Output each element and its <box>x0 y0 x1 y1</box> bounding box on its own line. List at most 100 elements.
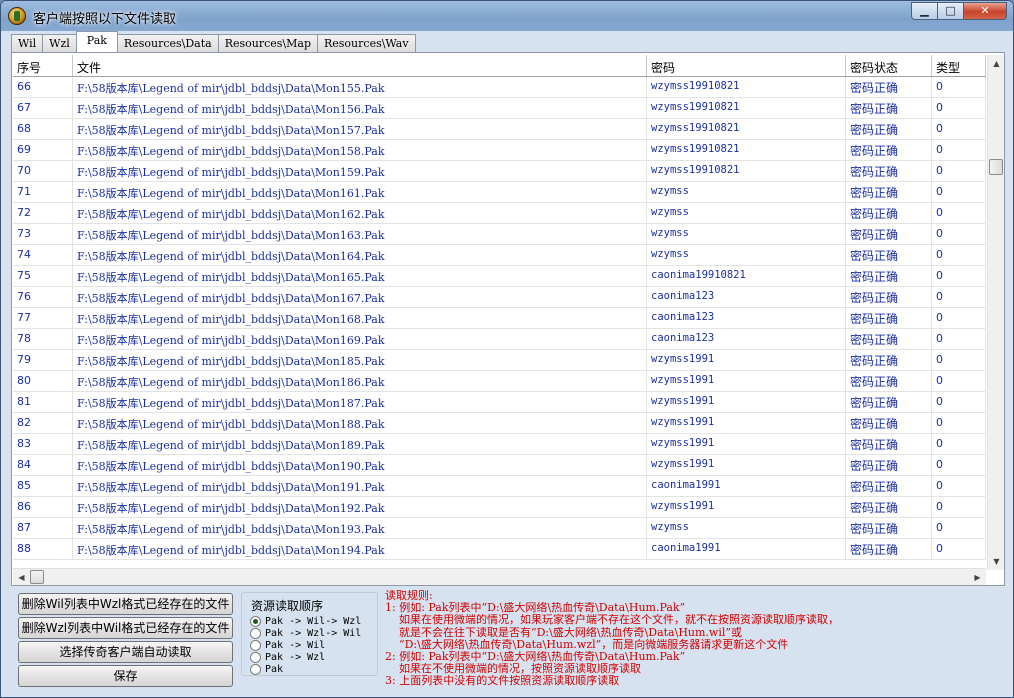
table-row[interactable]: 77 F:\58版本库\Legend of mir\jdbl_bddsj\Data… <box>13 308 986 329</box>
table-row[interactable]: 81 F:\58版本库\Legend of mir\jdbl_bddsj\Data… <box>13 392 986 413</box>
table-row[interactable]: 85 F:\58版本库\Legend of mir\jdbl_bddsj\Data… <box>13 476 986 497</box>
cell-type: 0 <box>932 371 986 391</box>
header-password[interactable]: 密码 <box>647 55 846 76</box>
table-row[interactable]: 80 F:\58版本库\Legend of mir\jdbl_bddsj\Data… <box>13 371 986 392</box>
table-row[interactable]: 83 F:\58版本库\Legend of mir\jdbl_bddsj\Data… <box>13 434 986 455</box>
cell-no: 74 <box>13 245 73 265</box>
scroll-up-icon[interactable]: ▲ <box>988 55 1005 72</box>
save-button[interactable]: 保存 <box>18 665 233 687</box>
delete-wil-duplicates-button[interactable]: 删除Wil列表中Wzl格式已经存在的文件 <box>18 593 233 615</box>
tab-resources-wav[interactable]: Resources\Wav <box>317 34 416 52</box>
table-row[interactable]: 75 F:\58版本库\Legend of mir\jdbl_bddsj\Data… <box>13 266 986 287</box>
cell-no: 87 <box>13 518 73 538</box>
radio-icon[interactable] <box>250 639 261 651</box>
table-row[interactable]: 67 F:\58版本库\Legend of mir\jdbl_bddsj\Data… <box>13 98 986 119</box>
header-file[interactable]: 文件 <box>73 55 647 76</box>
window-title: 客户端按照以下文件读取 <box>33 12 177 27</box>
close-button[interactable]: ✕ <box>963 2 1007 20</box>
cell-password-status: 密码正确 <box>846 518 932 538</box>
rule-line: 2: 例如: Pak列表中“D:\盛大网络\热血传奇\Data\Hum.Pak” <box>385 651 686 664</box>
table-row[interactable]: 66 F:\58版本库\Legend of mir\jdbl_bddsj\Data… <box>13 77 986 98</box>
cell-file: F:\58版本库\Legend of mir\jdbl_bddsj\Data\M… <box>73 182 647 202</box>
cell-password-status: 密码正确 <box>846 77 932 97</box>
table-row[interactable]: 78 F:\58版本库\Legend of mir\jdbl_bddsj\Data… <box>13 329 986 350</box>
header-no[interactable]: 序号 <box>13 55 73 76</box>
table-row[interactable]: 88 F:\58版本库\Legend of mir\jdbl_bddsj\Data… <box>13 539 986 560</box>
cell-no: 70 <box>13 161 73 181</box>
radio-icon[interactable] <box>250 663 261 675</box>
read-order-option[interactable]: Pak -> Wzl-> Wil <box>250 627 361 639</box>
header-password-status[interactable]: 密码状态 <box>846 55 932 76</box>
tab-wil[interactable]: Wil <box>11 34 44 52</box>
cell-no: 77 <box>13 308 73 328</box>
vertical-scroll-thumb[interactable] <box>989 159 1003 175</box>
cell-type: 0 <box>932 182 986 202</box>
horizontal-scrollbar[interactable]: ◀ ▶ <box>13 568 986 585</box>
table-row[interactable]: 71 F:\58版本库\Legend of mir\jdbl_bddsj\Data… <box>13 182 986 203</box>
table-row[interactable]: 86 F:\58版本库\Legend of mir\jdbl_bddsj\Data… <box>13 497 986 518</box>
cell-no: 69 <box>13 140 73 160</box>
title-bar[interactable]: 客户端按照以下文件读取 ▁ □ ✕ <box>1 1 1013 31</box>
cell-type: 0 <box>932 518 986 538</box>
vertical-scrollbar[interactable]: ▲ ▼ <box>987 55 1004 570</box>
table-row[interactable]: 76 F:\58版本库\Legend of mir\jdbl_bddsj\Data… <box>13 287 986 308</box>
table-row[interactable]: 68 F:\58版本库\Legend of mir\jdbl_bddsj\Data… <box>13 119 986 140</box>
cell-password-status: 密码正确 <box>846 455 932 475</box>
table-row[interactable]: 73 F:\58版本库\Legend of mir\jdbl_bddsj\Data… <box>13 224 986 245</box>
maximize-button[interactable]: □ <box>937 2 964 20</box>
radio-icon[interactable] <box>250 627 261 639</box>
scroll-right-icon[interactable]: ▶ <box>969 569 986 586</box>
table-row[interactable]: 74 F:\58版本库\Legend of mir\jdbl_bddsj\Data… <box>13 245 986 266</box>
cell-file: F:\58版本库\Legend of mir\jdbl_bddsj\Data\M… <box>73 266 647 286</box>
delete-wzl-duplicates-button[interactable]: 删除Wzl列表中Wil格式已经存在的文件 <box>18 617 233 639</box>
cell-file: F:\58版本库\Legend of mir\jdbl_bddsj\Data\M… <box>73 98 647 118</box>
tab-pak[interactable]: Pak <box>75 31 118 52</box>
read-order-option[interactable]: Pak -> Wzl <box>250 651 325 663</box>
cell-file: F:\58版本库\Legend of mir\jdbl_bddsj\Data\M… <box>73 245 647 265</box>
cell-password-status: 密码正确 <box>846 539 932 559</box>
table-row[interactable]: 69 F:\58版本库\Legend of mir\jdbl_bddsj\Data… <box>13 140 986 161</box>
tab-wzl[interactable]: Wzl <box>42 34 77 52</box>
cell-password-status: 密码正确 <box>846 308 932 328</box>
header-type[interactable]: 类型 <box>932 55 986 76</box>
radio-icon[interactable] <box>250 651 261 663</box>
tab-resources-data[interactable]: Resources\Data <box>116 34 219 52</box>
cell-file: F:\58版本库\Legend of mir\jdbl_bddsj\Data\M… <box>73 119 647 139</box>
cell-file: F:\58版本库\Legend of mir\jdbl_bddsj\Data\M… <box>73 371 647 391</box>
tab-resources-map[interactable]: Resources\Map <box>217 34 318 52</box>
table-row[interactable]: 79 F:\58版本库\Legend of mir\jdbl_bddsj\Data… <box>13 350 986 371</box>
table-header: 序号 文件 密码 密码状态 类型 <box>13 55 986 77</box>
cell-password: wzymss1991 <box>647 413 846 433</box>
table-row[interactable]: 70 F:\58版本库\Legend of mir\jdbl_bddsj\Data… <box>13 161 986 182</box>
horizontal-scroll-thumb[interactable] <box>30 570 44 584</box>
scroll-down-icon[interactable]: ▼ <box>988 553 1005 570</box>
table-row[interactable]: 82 F:\58版本库\Legend of mir\jdbl_bddsj\Data… <box>13 413 986 434</box>
cell-file: F:\58版本库\Legend of mir\jdbl_bddsj\Data\M… <box>73 203 647 223</box>
cell-type: 0 <box>932 203 986 223</box>
read-order-option[interactable]: Pak <box>250 663 283 675</box>
read-order-option[interactable]: Pak -> Wil-> Wzl <box>250 615 361 627</box>
cell-password-status: 密码正确 <box>846 161 932 181</box>
select-client-button[interactable]: 选择传奇客户端自动读取 <box>18 641 233 663</box>
cell-type: 0 <box>932 245 986 265</box>
scroll-left-icon[interactable]: ◀ <box>13 569 30 586</box>
cell-password: caonima1991 <box>647 539 846 559</box>
read-order-option-label: Pak -> Wil <box>265 639 326 651</box>
cell-password: wzymss <box>647 245 846 265</box>
read-order-option-label: Pak -> Wil-> Wzl <box>265 615 362 627</box>
minimize-button[interactable]: ▁ <box>911 2 938 20</box>
cell-no: 85 <box>13 476 73 496</box>
table-row[interactable]: 84 F:\58版本库\Legend of mir\jdbl_bddsj\Data… <box>13 455 986 476</box>
cell-type: 0 <box>932 140 986 160</box>
rule-line: 就是不会在往下读取是否有“D:\盛大网络\热血传奇\Data\Hum.wil”或 <box>385 626 742 639</box>
read-order-option[interactable]: Pak -> Wil <box>250 639 325 651</box>
cell-password: caonima123 <box>647 308 846 328</box>
table-row[interactable]: 72 F:\58版本库\Legend of mir\jdbl_bddsj\Data… <box>13 203 986 224</box>
cell-no: 66 <box>13 77 73 97</box>
table-row[interactable]: 87 F:\58版本库\Legend of mir\jdbl_bddsj\Data… <box>13 518 986 539</box>
window-controls: ▁ □ ✕ <box>911 2 1007 20</box>
cell-file: F:\58版本库\Legend of mir\jdbl_bddsj\Data\M… <box>73 539 647 559</box>
read-order-option-label: Pak <box>265 663 284 675</box>
radio-icon[interactable] <box>250 615 261 627</box>
cell-type: 0 <box>932 497 986 517</box>
